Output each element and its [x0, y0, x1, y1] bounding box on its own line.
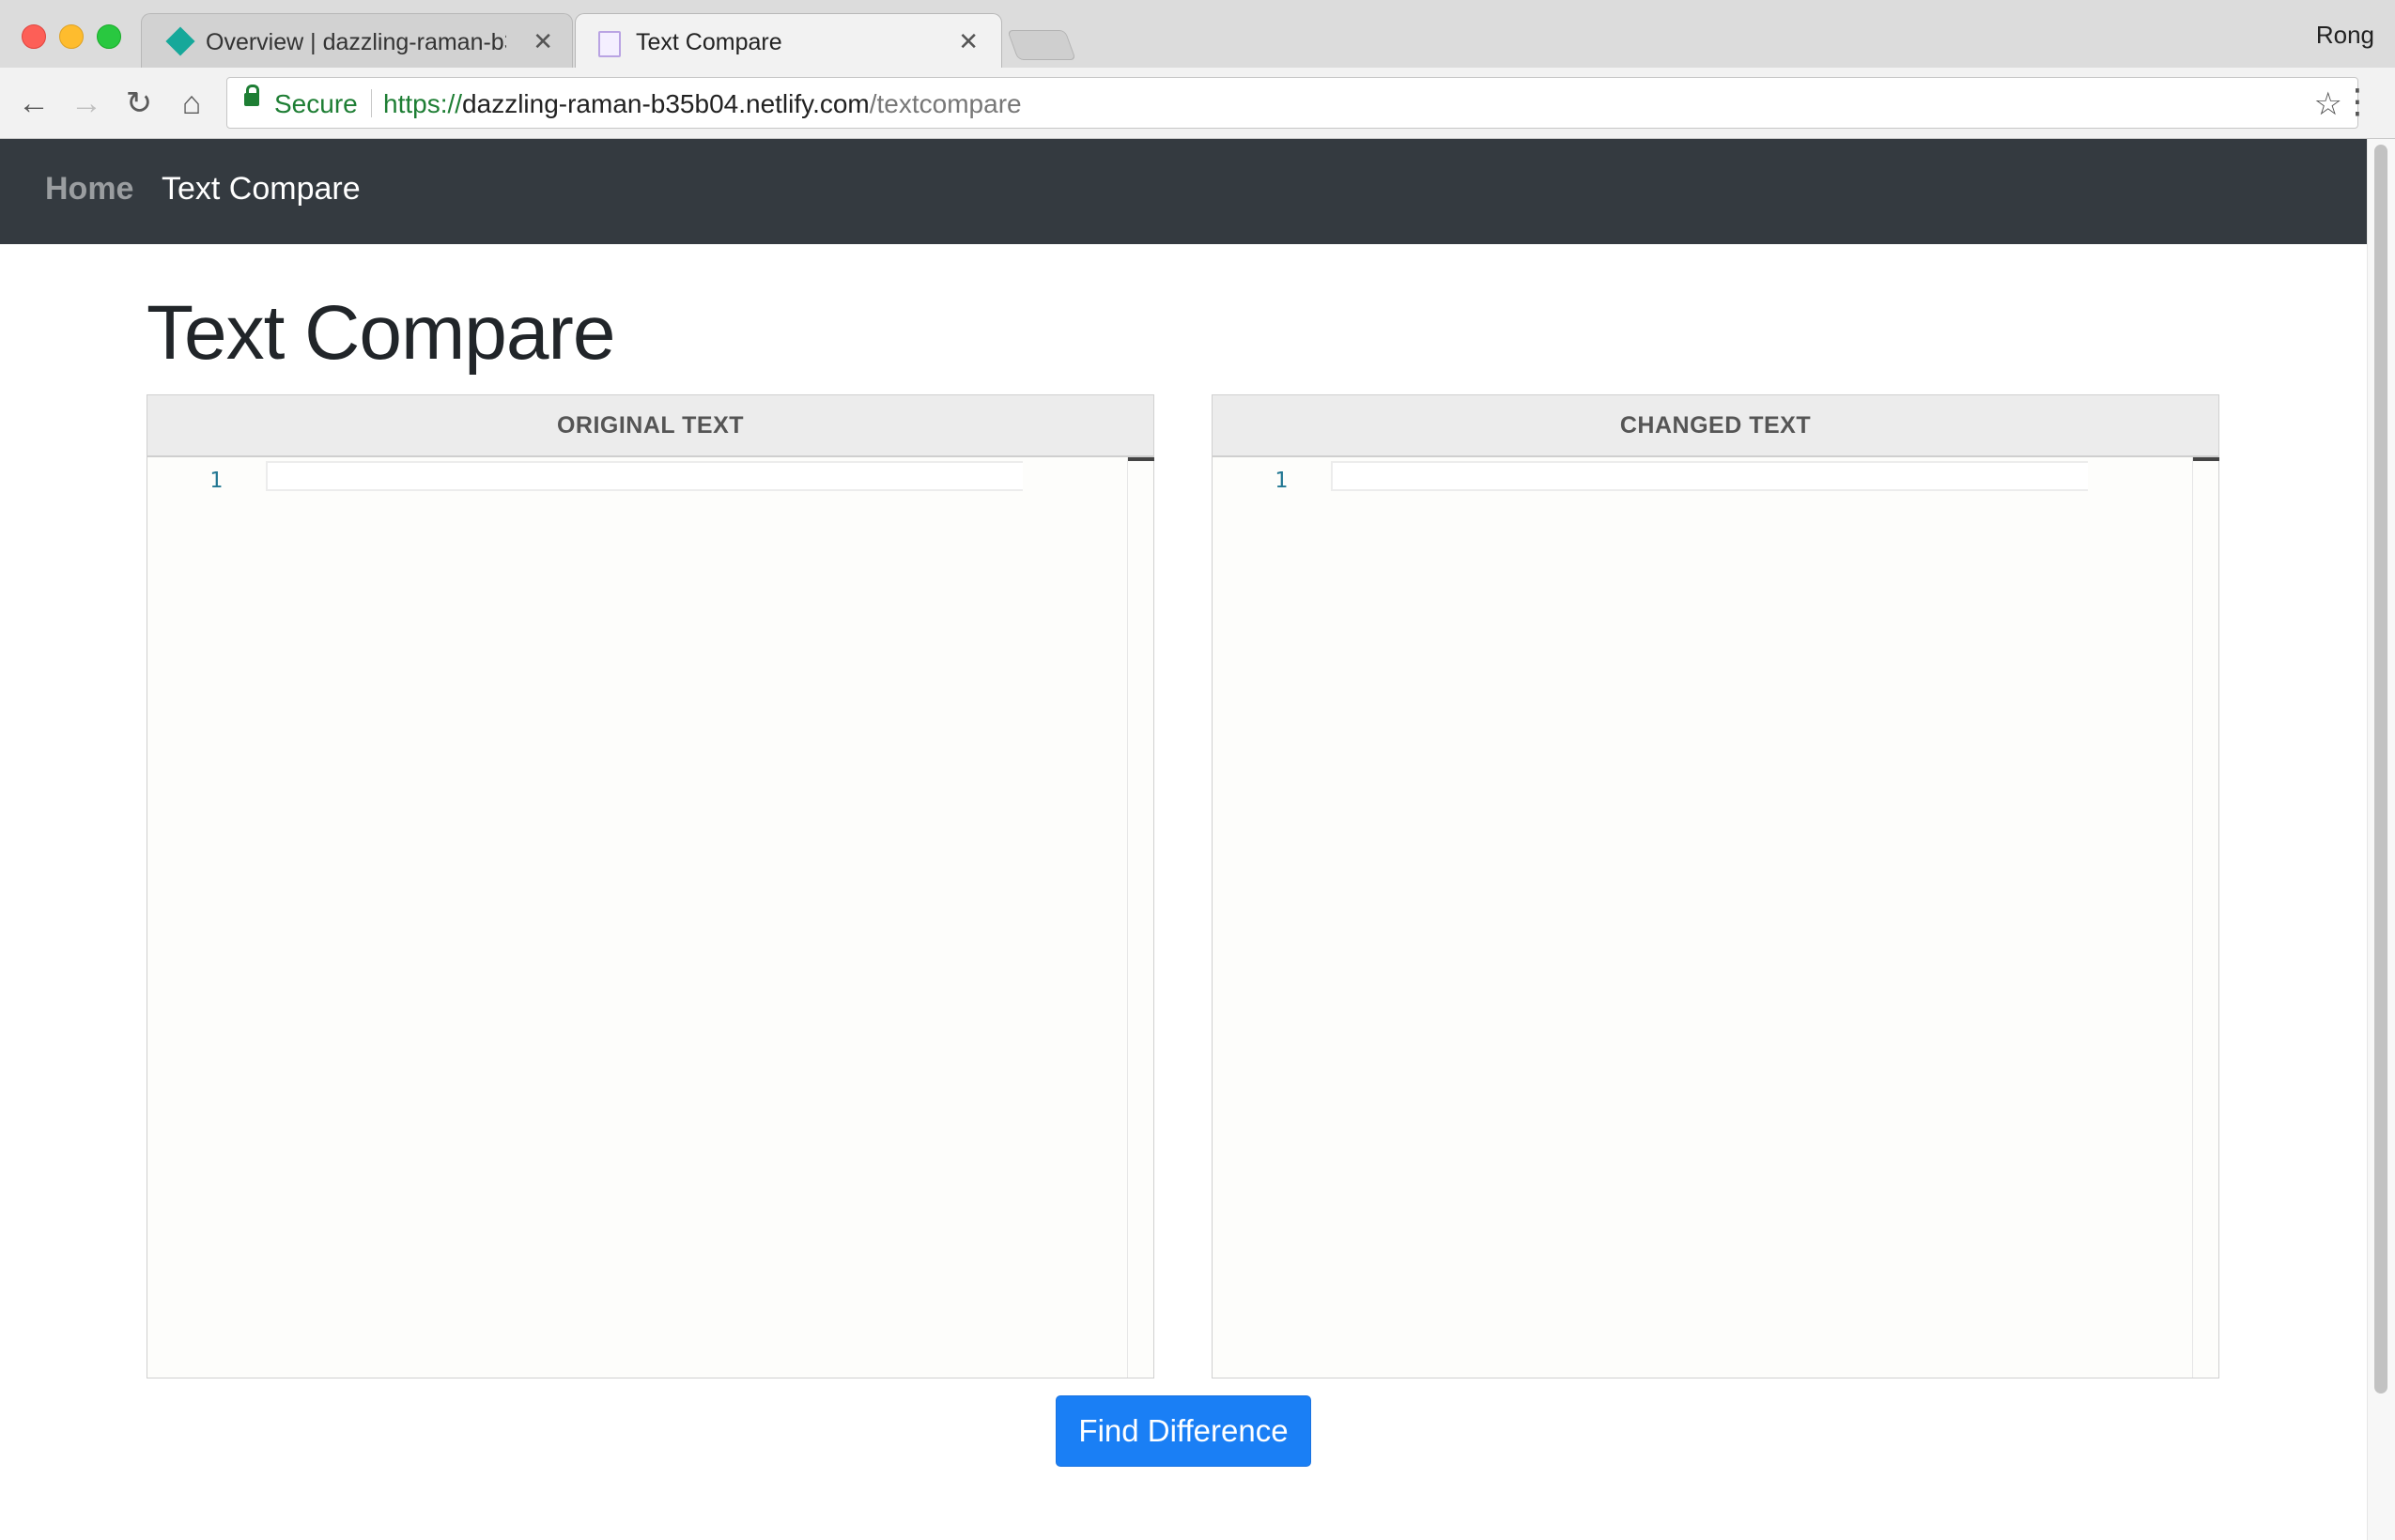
- original-text-input[interactable]: [273, 465, 1015, 489]
- forward-arrow-icon[interactable]: →: [68, 85, 105, 122]
- changed-text-editor[interactable]: 1: [1213, 457, 2219, 1378]
- page-title: Text Compare: [147, 290, 615, 376]
- original-text-panel: ORIGINAL TEXT 1: [147, 394, 1154, 1378]
- url-host: dazzling-raman-b35b04.netlify.com: [462, 89, 870, 118]
- minimize-window-button[interactable]: [59, 24, 84, 49]
- close-icon[interactable]: ✕: [958, 27, 979, 56]
- line-number: 1: [1275, 469, 1288, 493]
- line-number: 1: [209, 469, 223, 493]
- browser-titlebar: Overview | dazzling-raman-b3 ✕ Text Comp…: [0, 0, 2395, 69]
- tab-title: Text Compare: [636, 29, 782, 55]
- changed-text-panel: CHANGED TEXT 1: [1212, 394, 2219, 1378]
- tab-overview[interactable]: Overview | dazzling-raman-b3 ✕: [141, 13, 573, 69]
- page-scrollbar[interactable]: [2367, 139, 2395, 1540]
- url-text[interactable]: https://dazzling-raman-b35b04.netlify.co…: [383, 89, 1022, 119]
- page-content: Home Text Compare Text Compare ORIGINAL …: [0, 139, 2367, 1540]
- reload-icon[interactable]: ↻: [120, 85, 158, 122]
- address-bar-divider: [371, 89, 372, 117]
- nav-link-text-compare[interactable]: Text Compare: [162, 171, 361, 208]
- tab-title: Overview | dazzling-raman-b3: [206, 29, 506, 55]
- new-tab-button[interactable]: [1007, 30, 1076, 60]
- editor-scrollbar[interactable]: [1127, 457, 1154, 1378]
- profile-name[interactable]: Rong: [2316, 21, 2374, 50]
- close-window-button[interactable]: [22, 24, 46, 49]
- original-text-header: ORIGINAL TEXT: [147, 395, 1153, 457]
- editor-scrollbar[interactable]: [2192, 457, 2219, 1378]
- tab-text-compare[interactable]: Text Compare ✕: [575, 13, 1002, 69]
- original-text-editor[interactable]: 1: [147, 457, 1154, 1378]
- back-arrow-icon[interactable]: ←: [15, 85, 53, 122]
- lock-icon: [244, 85, 259, 106]
- netlify-diamond-icon: [165, 26, 195, 56]
- maximize-window-button[interactable]: [97, 24, 121, 49]
- changed-text-input[interactable]: [1338, 465, 2080, 489]
- more-menu-icon[interactable]: ⋮: [2341, 81, 2374, 122]
- url-path: /textcompare: [869, 89, 1022, 118]
- address-bar[interactable]: Secure https://dazzling-raman-b35b04.net…: [226, 77, 2358, 129]
- changed-text-header: CHANGED TEXT: [1213, 395, 2218, 457]
- page-scrollbar-thumb[interactable]: [2374, 145, 2387, 1394]
- browser-toolbar: ← → ↻ ⌂ Secure https://dazzling-raman-b3…: [0, 68, 2395, 139]
- secure-label: Secure: [274, 89, 358, 118]
- home-icon[interactable]: ⌂: [173, 85, 210, 122]
- bookmark-star-icon[interactable]: ☆: [2314, 85, 2342, 123]
- document-icon: [598, 31, 621, 57]
- find-difference-button[interactable]: Find Difference: [1056, 1395, 1311, 1467]
- close-icon[interactable]: ✕: [533, 27, 553, 56]
- nav-link-home[interactable]: Home: [45, 171, 133, 208]
- site-navbar: Home Text Compare: [0, 139, 2367, 244]
- url-scheme: https://: [383, 89, 463, 118]
